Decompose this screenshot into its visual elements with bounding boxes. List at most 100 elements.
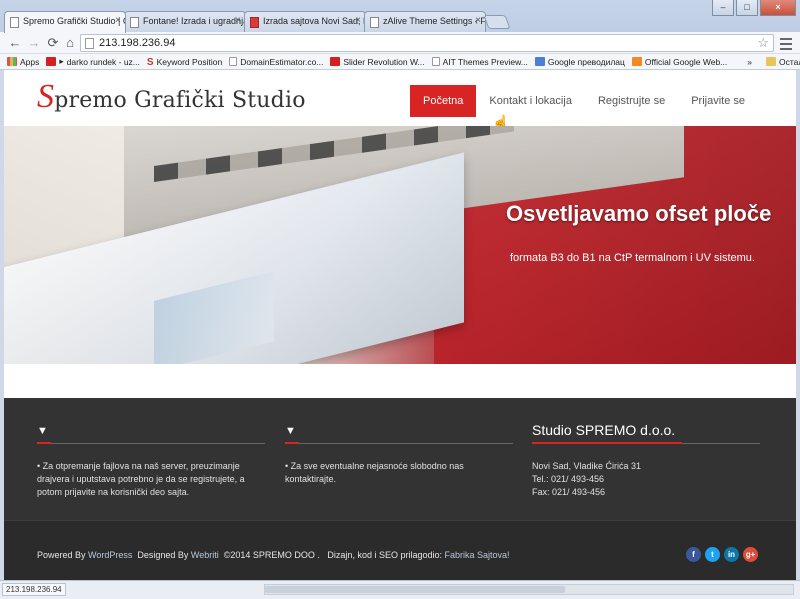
bookmark-item[interactable]: Official Google Web... — [631, 57, 727, 67]
googleplus-icon[interactable]: g+ — [743, 547, 758, 562]
folder-icon — [766, 57, 777, 66]
blogger-icon — [631, 57, 642, 66]
page-icon — [85, 38, 94, 49]
forward-arrow-icon[interactable]: → — [25, 34, 43, 52]
bookmark-item[interactable]: S Keyword Position — [146, 56, 223, 69]
scrollbar-thumb[interactable] — [265, 586, 565, 593]
bookmark-apps[interactable]: Apps — [7, 57, 39, 67]
hero-subtitle: formata B3 do B1 na CtP termalnom i UV s… — [510, 252, 755, 264]
bookmark-label: AIT Themes Preview... — [442, 56, 528, 67]
back-arrow-icon[interactable]: ← — [6, 34, 24, 52]
nav-item-registrujte[interactable]: Registrujte se — [585, 85, 678, 117]
tab-title: Izrada sajtova Novi Sad, Bi — [263, 16, 366, 26]
tab-title: Fontane! Izrada i ugradnja — [143, 16, 246, 26]
tab-strip: Spremo Grafički Studio | C × Fontane! Iz… — [0, 0, 800, 33]
fax: Fax: 021/ 493-456 — [532, 487, 606, 497]
footer-text: • Za otpremanje fajlova na naš server, p… — [37, 461, 245, 497]
bookmarks-bar: Apps ▸ darko rundek - uz... S Keyword Po… — [0, 54, 800, 70]
tab-close-icon[interactable]: × — [235, 15, 241, 26]
bookmark-item[interactable]: Slider Revolution W... — [330, 56, 425, 67]
browser-tab-4[interactable]: zAlive Theme Settings ‹ Fa × — [364, 11, 486, 33]
site-logo[interactable]: Spremo Grafički Studio — [37, 78, 306, 116]
tab-title: zAlive Theme Settings ‹ Fa — [383, 16, 486, 26]
copyright-text: ©2014 SPREMO DOO . Dizajn, kod i SEO pri… — [218, 550, 445, 560]
site-header: Spremo Grafički Studio Početna Kontakt i… — [4, 70, 796, 130]
warning-icon — [250, 17, 259, 28]
footer-text: • Za sve eventualne nejasnoće slobodno n… — [285, 461, 464, 484]
browser-menu-icon[interactable] — [778, 35, 794, 51]
hero-slider[interactable]: Osvetljavamo ofset ploče formata B3 do B… — [4, 126, 796, 364]
footer-heading: ▼ — [37, 422, 265, 444]
fabrika-sajtova-link[interactable]: Fabrika Sajtova! — [445, 550, 510, 560]
tab-close-icon[interactable]: × — [475, 15, 481, 26]
hero-overlay — [4, 126, 796, 364]
other-bookmarks-folder[interactable]: Остали обележивачи — [766, 57, 800, 67]
home-icon[interactable]: ⌂ — [61, 34, 79, 52]
page-icon — [130, 17, 139, 28]
nav-item-pocetna[interactable]: Početna — [410, 85, 477, 117]
address-bar[interactable]: 213.198.236.94 ☆ — [80, 34, 774, 52]
heading-accent — [285, 442, 299, 444]
tab-title: Spremo Grafički Studio | C — [23, 16, 126, 26]
bookmark-label: DomainEstimator.co... — [240, 56, 324, 67]
folder-arrow-icon: ▸ — [59, 56, 64, 66]
footer-bottom-bar: Powered By WordPress Designed By Webriti… — [4, 520, 796, 580]
youtube-icon — [330, 57, 341, 66]
minimize-button[interactable]: – — [712, 0, 734, 16]
tab-close-icon[interactable]: × — [115, 15, 121, 26]
twitter-icon[interactable]: t — [705, 547, 720, 562]
footer-heading: Studio SPREMO d.o.o. — [532, 422, 760, 444]
nav-item-prijavite[interactable]: Prijavite se — [678, 85, 758, 117]
phone: Tel.: 021/ 493-456 — [532, 474, 605, 484]
social-links: f t in g+ — [686, 547, 758, 562]
bookmark-label: Keyword Position — [156, 56, 223, 67]
close-window-button[interactable]: × — [760, 0, 796, 16]
bookmark-item[interactable]: ▸ darko rundek - uz... — [46, 56, 140, 67]
bookmark-item[interactable]: AIT Themes Preview... — [431, 56, 528, 67]
bookmark-item[interactable]: DomainEstimator.co... — [229, 57, 323, 67]
triangle-down-icon: ▼ — [37, 425, 48, 437]
bookmark-label: Google преводилац — [547, 56, 625, 67]
wordpress-link[interactable]: WordPress — [88, 550, 132, 560]
main-nav: Početna Kontakt i lokacija Registrujte s… — [410, 85, 758, 117]
browser-tab-1[interactable]: Spremo Grafički Studio | C × — [4, 11, 126, 33]
heading-accent — [532, 442, 682, 444]
window-controls: – □ × — [712, 0, 796, 16]
web-page: Spremo Grafički Studio Početna Kontakt i… — [4, 70, 796, 580]
triangle-down-icon: ▼ — [285, 425, 296, 437]
bookmark-label: Apps — [20, 56, 40, 67]
horizontal-scrollbar[interactable] — [264, 584, 794, 595]
linkedin-icon[interactable]: in — [724, 547, 739, 562]
browser-tab-2[interactable]: Fontane! Izrada i ugradnja × — [124, 11, 246, 33]
heading-accent — [37, 442, 51, 444]
contact-info: Novi Sad, Vladike Ćirića 31 Tel.: 021/ 4… — [532, 460, 760, 499]
bookmark-label: Slider Revolution W... — [343, 56, 425, 67]
facebook-icon[interactable]: f — [686, 547, 701, 562]
bookmark-star-icon[interactable]: ☆ — [757, 35, 769, 51]
browser-tab-3[interactable]: Izrada sajtova Novi Sad, Bi × — [244, 11, 366, 33]
bookmarks-overflow-button[interactable]: » — [747, 57, 752, 67]
page-icon — [431, 57, 440, 66]
new-tab-button[interactable] — [483, 15, 511, 29]
tab-close-icon[interactable]: × — [355, 15, 361, 26]
s-icon: S — [146, 57, 154, 68]
footer-column-1: ▼ • Za otpremanje fajlova na naš server,… — [37, 422, 265, 499]
browser-toolbar: ← → ⟳ ⌂ 213.198.236.94 ☆ — [0, 32, 800, 54]
translate-icon — [534, 57, 545, 66]
nav-item-kontakt[interactable]: Kontakt i lokacija — [476, 85, 585, 117]
credits-text: Powered By — [37, 550, 89, 560]
address: Novi Sad, Vladike Ćirića 31 — [532, 461, 642, 471]
maximize-button[interactable]: □ — [736, 0, 758, 16]
webriti-link[interactable]: Webriti — [191, 550, 219, 560]
hero-title: Osvetljavamo ofset ploče — [506, 201, 772, 226]
page-icon — [370, 17, 379, 28]
status-url: 213.198.236.94 — [2, 583, 66, 596]
browser-chrome: Spremo Grafički Studio | C × Fontane! Iz… — [0, 0, 800, 70]
browser-status-bar: 213.198.236.94 — [0, 580, 800, 599]
footer-heading: ▼ — [285, 422, 513, 444]
bookmark-item[interactable]: Google преводилац — [534, 56, 625, 67]
reload-icon[interactable]: ⟳ — [44, 34, 62, 52]
youtube-icon — [46, 57, 57, 66]
chevron-right-icon: » — [747, 56, 753, 67]
page-icon — [10, 17, 19, 28]
